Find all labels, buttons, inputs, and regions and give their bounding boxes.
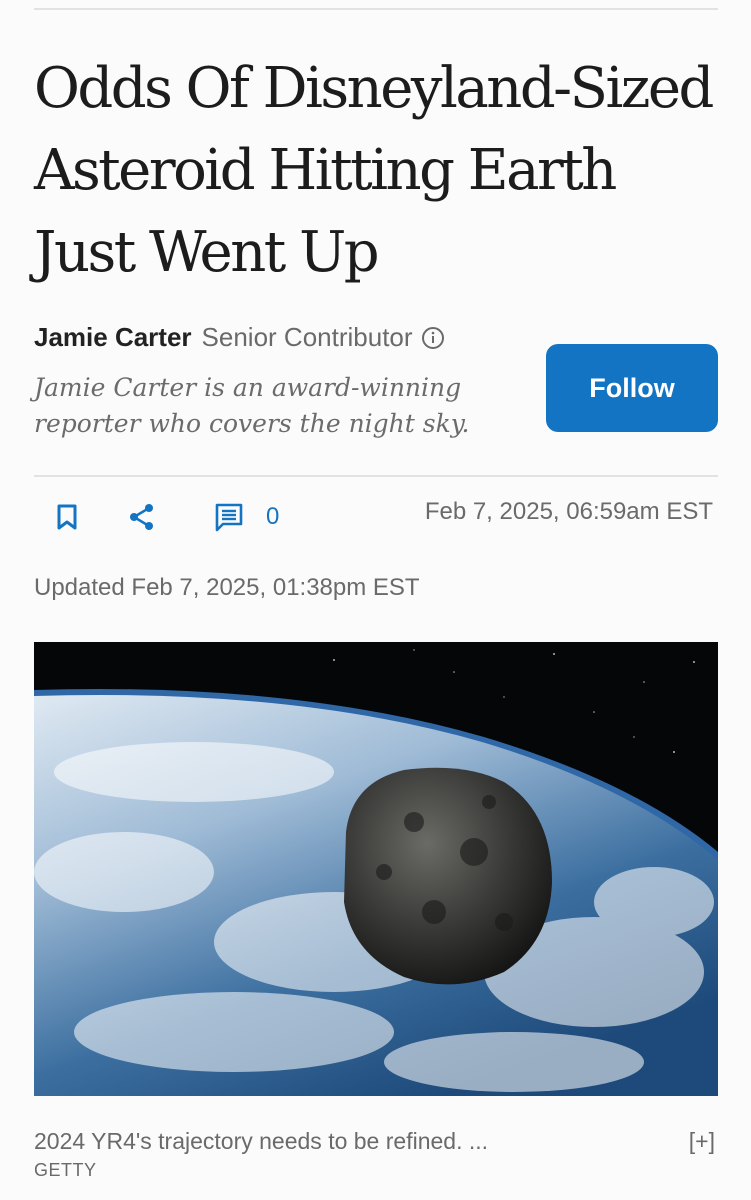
comment-count[interactable]: 0 — [266, 502, 279, 532]
bookmark-icon[interactable] — [52, 502, 82, 532]
publish-date: Feb 7, 2025, 06:59am EST — [424, 498, 713, 525]
info-icon[interactable] — [421, 326, 445, 350]
author-name-link[interactable]: Jamie Carter — [34, 322, 192, 353]
top-divider — [34, 8, 718, 10]
author-byline: Jamie Carter Senior Contributor — [34, 322, 445, 353]
updated-date: Updated Feb 7, 2025, 01:38pm EST — [34, 574, 420, 601]
byline-divider — [34, 475, 718, 477]
image-caption: 2024 YR4's trajectory needs to be refine… — [34, 1128, 489, 1154]
author-role: Senior Contributor — [201, 322, 413, 352]
image-credit: GETTY — [34, 1160, 97, 1180]
article-headline: Odds Of Disneyland-Sized Asteroid Hittin… — [34, 56, 714, 285]
follow-button[interactable]: Follow — [546, 344, 718, 432]
share-icon[interactable] — [127, 502, 157, 532]
author-bio: Jamie Carter is an award-winning reporte… — [34, 373, 470, 438]
comment-icon[interactable] — [214, 502, 244, 532]
expand-caption-button[interactable]: [+] — [689, 1128, 715, 1155]
hero-image-asteroid-over-earth[interactable] — [34, 642, 718, 1096]
